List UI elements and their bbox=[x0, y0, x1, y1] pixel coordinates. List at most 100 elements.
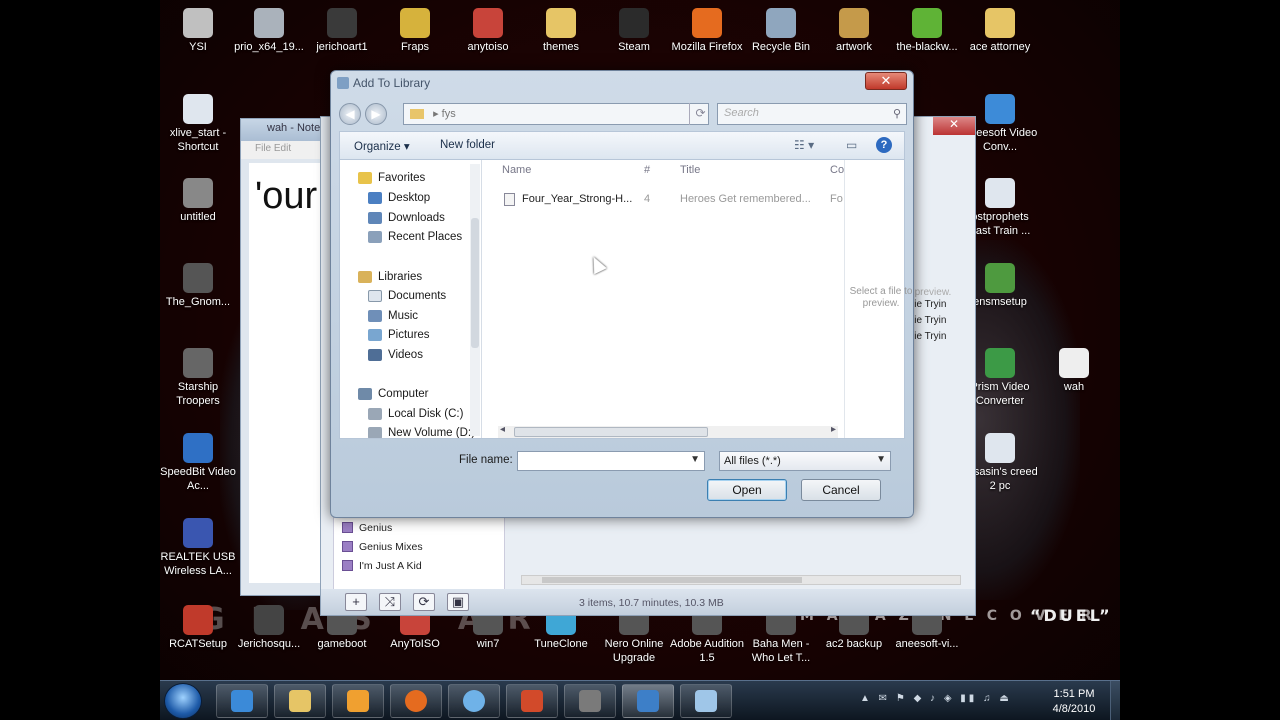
desktop-icon[interactable]: Steam bbox=[596, 8, 672, 54]
taskbar-app-button[interactable] bbox=[506, 684, 558, 718]
desktop-icon[interactable]: ace attorney bbox=[962, 8, 1038, 54]
nav-libraries[interactable]: Libraries bbox=[358, 268, 422, 286]
nav-downloads[interactable]: Downloads bbox=[368, 209, 445, 227]
scrollbar-thumb[interactable] bbox=[514, 427, 708, 437]
nav-favorites[interactable]: Favorites bbox=[358, 169, 425, 187]
desktop-icon[interactable]: untitled bbox=[160, 178, 236, 224]
desktop-icon[interactable]: The_Gnom... bbox=[160, 263, 236, 309]
column-title[interactable]: Title bbox=[680, 164, 700, 176]
artwork-button[interactable]: ▣ bbox=[447, 593, 469, 611]
scrollbar-thumb[interactable] bbox=[542, 577, 802, 583]
scroll-right-icon[interactable]: ▸ bbox=[831, 424, 836, 435]
desktop-icon[interactable]: artwork bbox=[816, 8, 892, 54]
setup-icon bbox=[985, 263, 1015, 293]
preview-pane-icon[interactable]: ▭ bbox=[846, 138, 857, 152]
file-type-select[interactable]: All files (*.*) ▼ bbox=[719, 451, 891, 471]
cancel-button[interactable]: Cancel bbox=[801, 479, 881, 501]
ie-icon bbox=[231, 690, 253, 712]
desktop-icon[interactable]: YSI bbox=[160, 8, 236, 54]
desktop-icon[interactable]: prio_x64_19... bbox=[231, 8, 307, 54]
desktop-icon[interactable]: Mozilla Firefox bbox=[669, 8, 745, 54]
desktop-icon[interactable]: Starship Troopers bbox=[160, 348, 236, 408]
new-folder-button[interactable]: New folder bbox=[440, 139, 495, 151]
chevron-down-icon[interactable]: ▼ bbox=[690, 454, 700, 465]
file-name-input[interactable]: ▼ bbox=[517, 451, 705, 471]
videos-icon bbox=[368, 349, 382, 361]
close-button[interactable]: ✕ bbox=[865, 72, 907, 90]
playlist-item[interactable]: Genius Mixes bbox=[334, 537, 504, 556]
search-input[interactable]: Search ⚲ bbox=[717, 103, 907, 125]
refresh-button[interactable]: ⟳ bbox=[689, 103, 711, 125]
desktop-icon-label: Recycle Bin bbox=[751, 41, 811, 53]
desktop-icon[interactable]: Recycle Bin bbox=[743, 8, 819, 54]
player-close-button[interactable]: ✕ bbox=[933, 117, 975, 135]
nav-local-disk[interactable]: Local Disk (C:) bbox=[368, 405, 463, 423]
help-icon[interactable]: ? bbox=[876, 137, 892, 153]
taskbar-itunes-button[interactable] bbox=[448, 684, 500, 718]
open-button[interactable]: Open bbox=[707, 479, 787, 501]
taskbar-media-button[interactable] bbox=[332, 684, 384, 718]
add-to-library-dialog: Add To Library ✕ ◀ ▶ ▸ fys ⟳ Search ⚲ Or… bbox=[330, 70, 914, 518]
chevron-down-icon[interactable]: ▼ bbox=[876, 454, 886, 465]
scrollbar-thumb[interactable] bbox=[471, 218, 479, 348]
desktop-icon-label: themes bbox=[542, 41, 580, 53]
desktop-icon-label: TuneClone bbox=[534, 638, 588, 650]
desktop-icon[interactable]: xlive_start - Shortcut bbox=[160, 94, 236, 154]
forward-button[interactable]: ▶ bbox=[365, 103, 387, 125]
desktop-icon[interactable]: themes bbox=[523, 8, 599, 54]
taskbar-firefox-button[interactable] bbox=[390, 684, 442, 718]
desktop-icon[interactable]: the-blackw... bbox=[889, 8, 965, 54]
playlist-item[interactable]: Genius bbox=[334, 518, 504, 537]
repeat-button[interactable]: ⟳ bbox=[413, 593, 435, 611]
back-button[interactable]: ◀ bbox=[339, 103, 361, 125]
organize-button[interactable]: Organize ▾ bbox=[354, 139, 410, 153]
nav-videos[interactable]: Videos bbox=[368, 346, 423, 364]
dialog-titlebar[interactable]: Add To Library ✕ bbox=[331, 71, 913, 95]
desktop-icon-label: REALTEK USB Wireless LA... bbox=[160, 551, 236, 577]
desktop-icon[interactable]: wah bbox=[1036, 348, 1112, 394]
desktop-icon[interactable]: RCATSetup bbox=[160, 605, 236, 651]
show-desktop-button[interactable] bbox=[1110, 681, 1120, 720]
taskbar-active-button[interactable] bbox=[622, 684, 674, 718]
desktop-icon[interactable]: Jerichosqu... bbox=[231, 605, 307, 651]
taskbar-ie-button[interactable] bbox=[216, 684, 268, 718]
taskbar-notepad-button[interactable] bbox=[680, 684, 732, 718]
desktop-icon[interactable]: jerichoart1 bbox=[304, 8, 380, 54]
folder-icon bbox=[289, 690, 311, 712]
address-bar[interactable]: ▸ fys bbox=[403, 103, 709, 125]
player-scrollbar[interactable] bbox=[521, 575, 961, 585]
nav-documents[interactable]: Documents bbox=[368, 287, 446, 305]
app-icon bbox=[337, 77, 349, 89]
column-name[interactable]: Name bbox=[502, 164, 531, 176]
desktop-icon[interactable]: anytoiso bbox=[450, 8, 526, 54]
notepad-icon bbox=[695, 690, 717, 712]
desktop-icon[interactable]: Fraps bbox=[377, 8, 453, 54]
desktop-icon[interactable]: REALTEK USB Wireless LA... bbox=[160, 518, 236, 578]
recent-places-icon bbox=[368, 231, 382, 243]
start-button[interactable] bbox=[164, 683, 202, 719]
desktop-icon[interactable]: SpeedBit Video Ac... bbox=[160, 433, 236, 493]
system-tray[interactable]: ▲ ✉ ⚑ ◆ ♪ ◈ ▮▮ ♫ ⏏ bbox=[860, 693, 1012, 704]
nav-music[interactable]: Music bbox=[368, 307, 418, 325]
file-row[interactable]: Four_Year_Strong-H... 4 Heroes Get remem… bbox=[504, 191, 843, 209]
playlist-item[interactable]: I'm Just A Kid bbox=[334, 556, 504, 575]
file-name: Four_Year_Strong-H... bbox=[522, 193, 633, 205]
views-icon[interactable]: ☷ ▾ bbox=[794, 138, 814, 152]
nav-computer[interactable]: Computer bbox=[358, 385, 429, 403]
scroll-left-icon[interactable]: ◂ bbox=[500, 424, 505, 435]
playlist-icon bbox=[342, 560, 353, 571]
column-number[interactable]: # bbox=[644, 164, 650, 176]
nav-pictures[interactable]: Pictures bbox=[368, 326, 430, 344]
nav-new-volume[interactable]: New Volume (D:) bbox=[368, 424, 475, 438]
list-scrollbar[interactable]: ◂ ▸ bbox=[498, 424, 838, 438]
nav-desktop[interactable]: Desktop bbox=[368, 189, 430, 207]
navigation-bar: ◀ ▶ ▸ fys ⟳ Search ⚲ bbox=[339, 101, 907, 125]
column-contributing[interactable]: Co bbox=[830, 164, 844, 176]
add-playlist-button[interactable]: + bbox=[345, 593, 367, 611]
taskbar-app2-button[interactable] bbox=[564, 684, 616, 718]
nav-scrollbar[interactable] bbox=[470, 164, 480, 436]
nav-recent-places[interactable]: Recent Places bbox=[368, 228, 462, 246]
shuffle-button[interactable]: ⤨ bbox=[379, 593, 401, 611]
taskbar-explorer-button[interactable] bbox=[274, 684, 326, 718]
clock[interactable]: 1:51 PM 4/8/2010 bbox=[1044, 687, 1104, 717]
